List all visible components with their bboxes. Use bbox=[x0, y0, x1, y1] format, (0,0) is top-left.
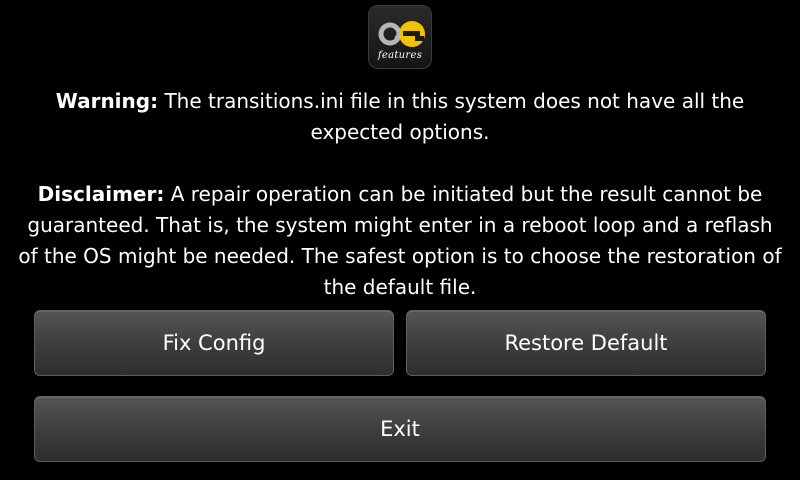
exit-button[interactable]: Exit bbox=[34, 396, 766, 462]
restore-default-label: Restore Default bbox=[504, 331, 668, 355]
warning-paragraph: Warning: The transitions.ini file in thi… bbox=[16, 86, 784, 148]
warning-text: The transitions.ini file in this system … bbox=[158, 89, 745, 144]
restore-default-button[interactable]: Restore Default bbox=[406, 310, 766, 376]
logo-caption: features bbox=[377, 50, 423, 61]
dialog-message: Warning: The transitions.ini file in thi… bbox=[16, 86, 784, 303]
exit-label: Exit bbox=[380, 417, 420, 441]
fix-config-button[interactable]: Fix Config bbox=[34, 310, 394, 376]
app-logo: features bbox=[368, 5, 432, 69]
warning-label: Warning: bbox=[55, 89, 159, 113]
disclaimer-paragraph: Disclaimer: A repair operation can be in… bbox=[16, 179, 784, 303]
fix-config-label: Fix Config bbox=[162, 331, 266, 355]
disclaimer-label: Disclaimer: bbox=[37, 182, 165, 206]
